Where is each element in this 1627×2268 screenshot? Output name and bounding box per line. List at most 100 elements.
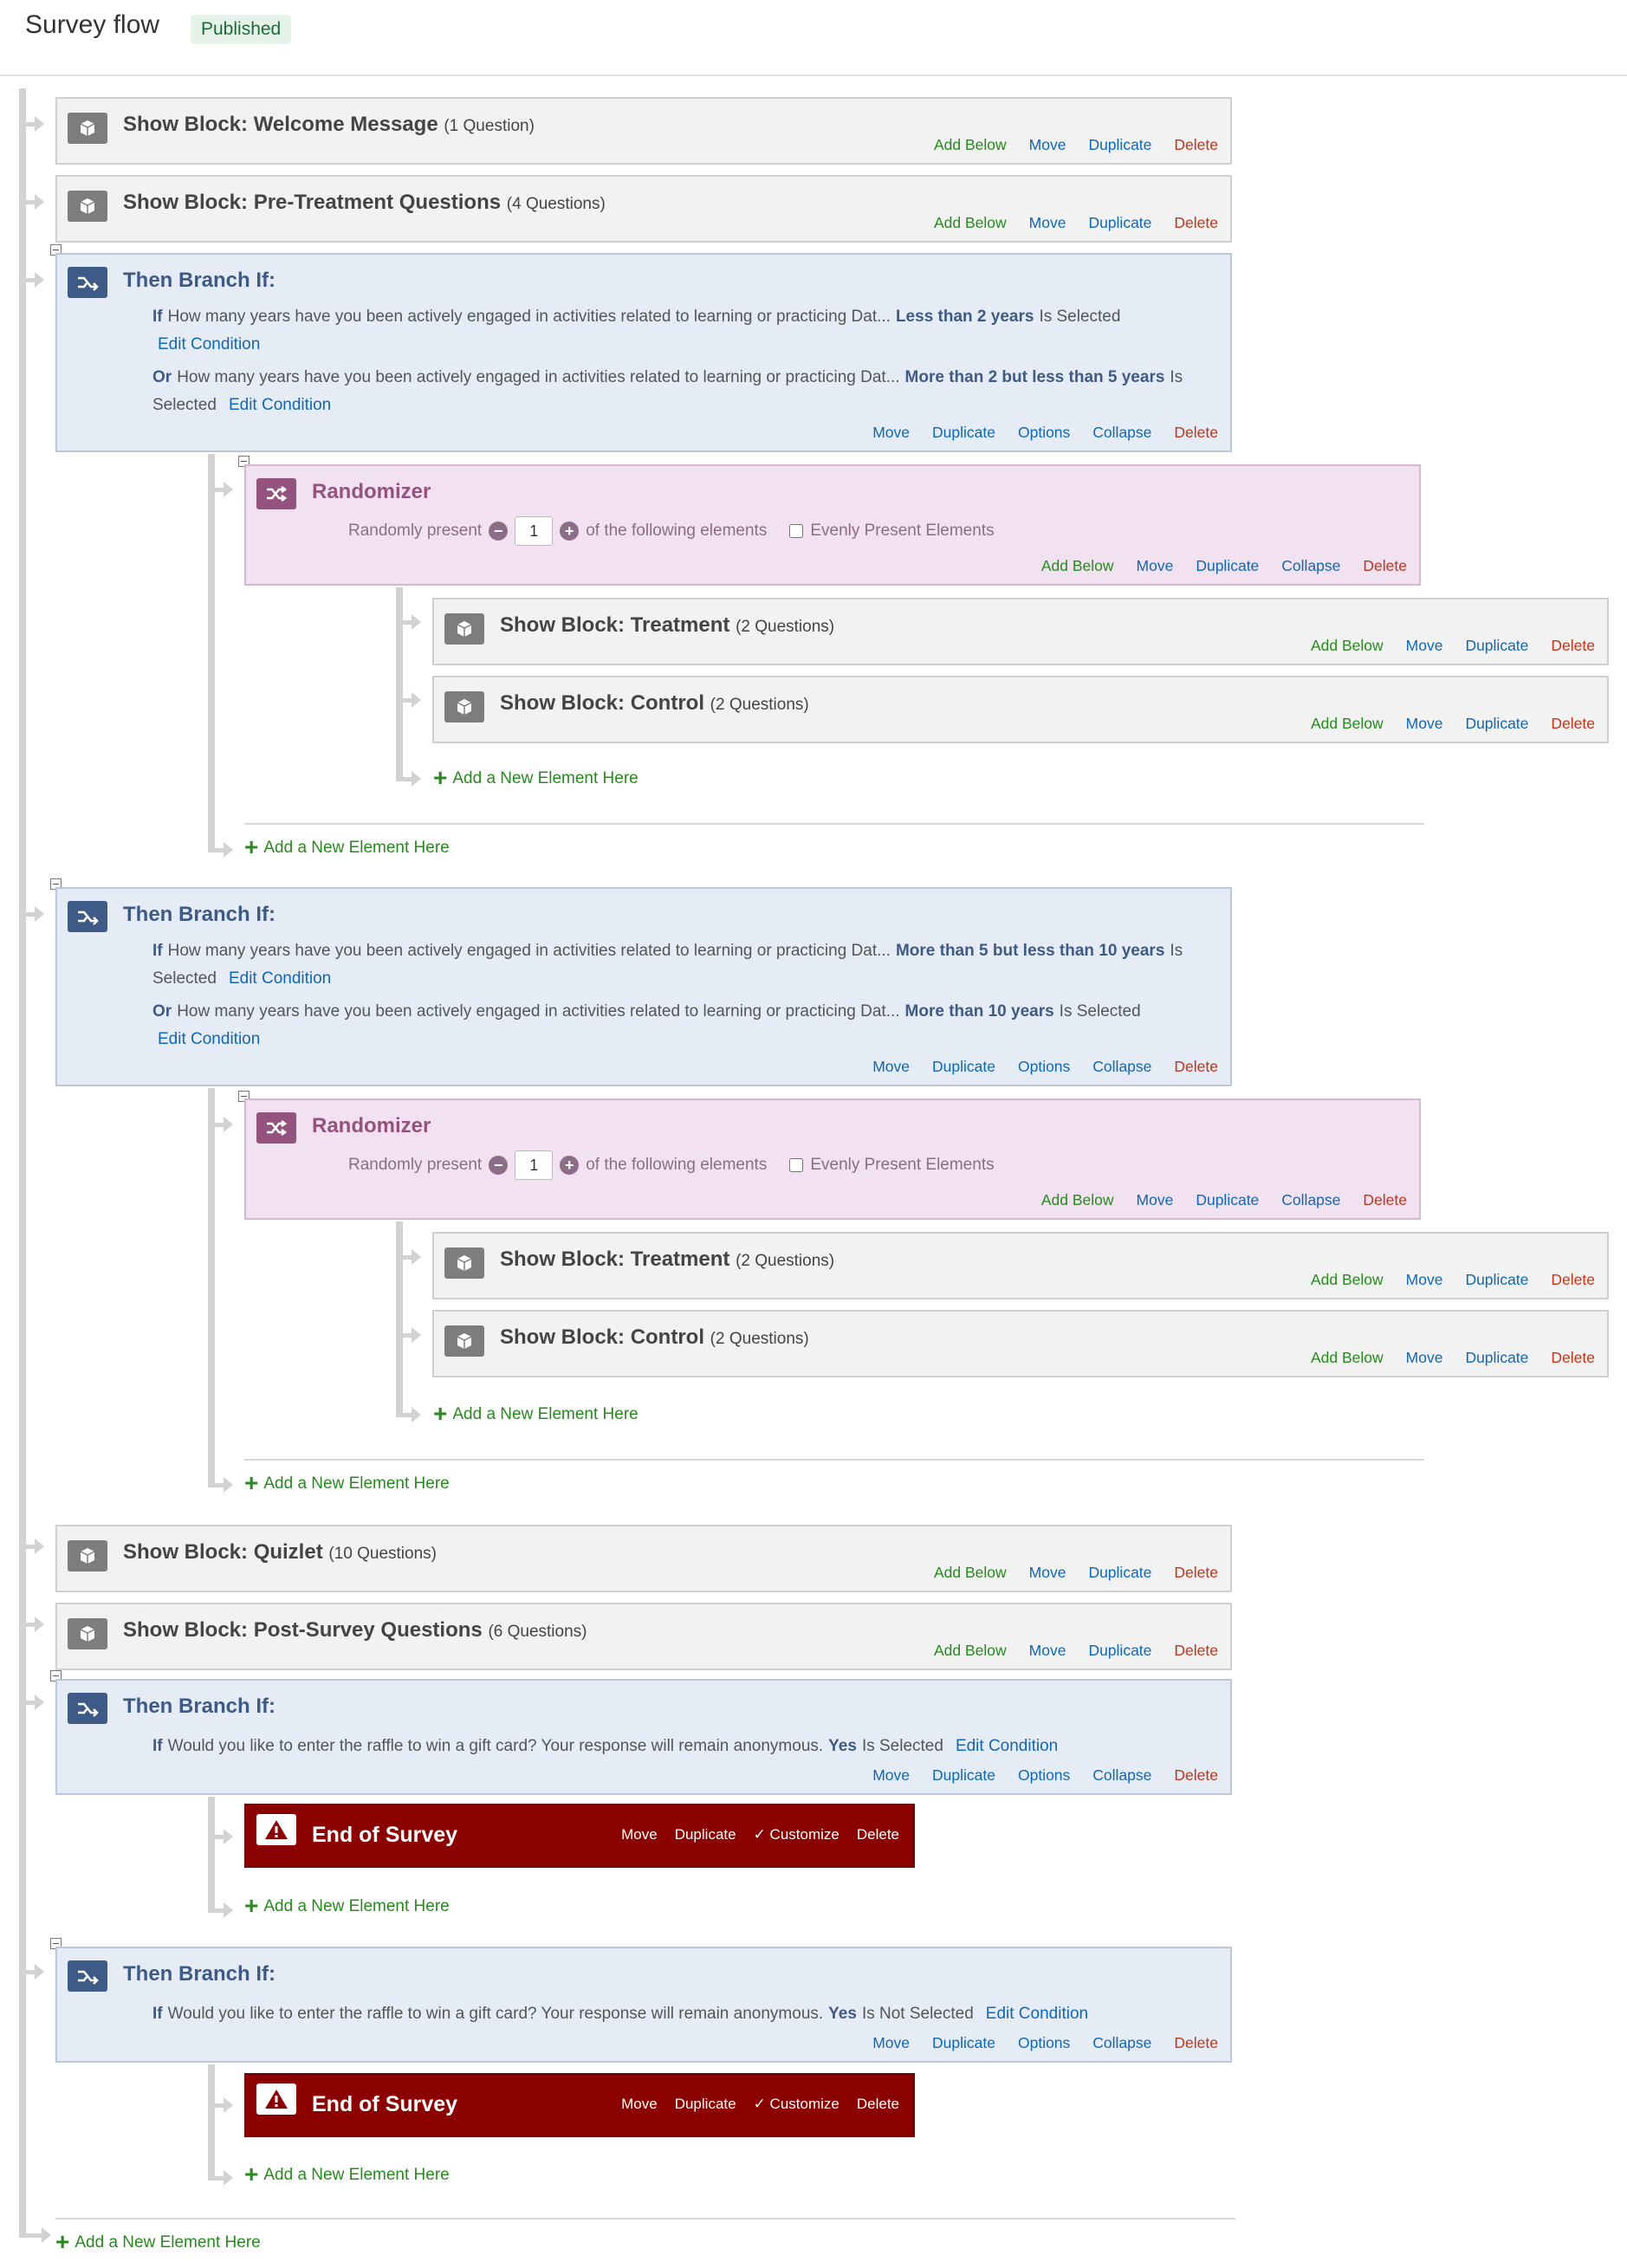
duplicate-button[interactable]: Duplicate — [1465, 715, 1528, 733]
duplicate-button[interactable]: Duplicate — [932, 1058, 995, 1076]
move-button[interactable]: Move — [621, 1826, 658, 1844]
delete-button[interactable]: Delete — [1174, 214, 1218, 232]
delete-button[interactable]: Delete — [1551, 637, 1595, 655]
increment-icon[interactable]: + — [560, 1156, 580, 1175]
duplicate-button[interactable]: Duplicate — [1465, 1349, 1528, 1367]
decrement-icon[interactable]: − — [489, 1156, 509, 1175]
delete-button[interactable]: Delete — [1551, 1349, 1595, 1367]
duplicate-button[interactable]: Duplicate — [1088, 136, 1151, 154]
duplicate-button[interactable]: Duplicate — [1088, 214, 1151, 232]
add-below-button[interactable]: Add Below — [1311, 715, 1384, 733]
move-button[interactable]: Move — [1406, 715, 1443, 733]
delete-button[interactable]: Delete — [1174, 1766, 1218, 1785]
duplicate-button[interactable]: Duplicate — [1088, 1564, 1151, 1582]
add-below-button[interactable]: Add Below — [1311, 1349, 1384, 1367]
add-element-link[interactable]: + Add a New Element Here — [55, 2228, 261, 2256]
move-button[interactable]: Move — [1406, 637, 1443, 655]
move-button[interactable]: Move — [1137, 1191, 1174, 1209]
randomizer-count-input[interactable] — [515, 1150, 554, 1180]
duplicate-button[interactable]: Duplicate — [1088, 1642, 1151, 1660]
collapse-button[interactable]: Collapse — [1092, 1766, 1151, 1785]
delete-button[interactable]: Delete — [1174, 1564, 1218, 1582]
add-element-link[interactable]: + Add a New Element Here — [244, 2161, 450, 2188]
move-button[interactable]: Move — [1029, 1564, 1066, 1582]
move-button[interactable]: Move — [872, 424, 910, 442]
collapse-button[interactable]: Collapse — [1281, 1191, 1340, 1209]
end-of-survey-2: End of Survey Move Duplicate ✓ Customize… — [244, 2073, 915, 2137]
block-title: Show Block: Control (2 Questions) — [500, 1325, 809, 1349]
add-element-link[interactable]: + Add a New Element Here — [433, 764, 638, 792]
delete-button[interactable]: Delete — [1363, 557, 1407, 575]
move-button[interactable]: Move — [1406, 1271, 1443, 1289]
block-cube-icon — [444, 613, 484, 645]
collapse-button[interactable]: Collapse — [1092, 1058, 1151, 1076]
collapse-button[interactable]: Collapse — [1092, 424, 1151, 442]
move-button[interactable]: Move — [1406, 1349, 1443, 1367]
duplicate-button[interactable]: Duplicate — [1196, 1191, 1259, 1209]
add-element-link[interactable]: + Add a New Element Here — [244, 1469, 450, 1497]
add-below-button[interactable]: Add Below — [934, 1564, 1007, 1582]
options-button[interactable]: Options — [1018, 424, 1070, 442]
delete-button[interactable]: Delete — [1174, 2034, 1218, 2052]
increment-icon[interactable]: + — [560, 522, 580, 541]
add-below-button[interactable]: Add Below — [934, 136, 1007, 154]
move-button[interactable]: Move — [872, 1058, 910, 1076]
delete-button[interactable]: Delete — [857, 1826, 899, 1844]
add-element-link[interactable]: + Add a New Element Here — [244, 833, 450, 861]
arrow-icon — [35, 272, 44, 288]
delete-button[interactable]: Delete — [857, 2096, 899, 2113]
collapse-button[interactable]: Collapse — [1092, 2034, 1151, 2052]
add-below-button[interactable]: Add Below — [1041, 557, 1114, 575]
duplicate-button[interactable]: Duplicate — [932, 424, 995, 442]
add-below-button[interactable]: Add Below — [1311, 637, 1384, 655]
move-button[interactable]: Move — [1137, 557, 1174, 575]
move-button[interactable]: Move — [872, 1766, 910, 1785]
decrement-icon[interactable]: − — [489, 522, 509, 541]
delete-button[interactable]: Delete — [1551, 715, 1595, 733]
edit-condition-button[interactable]: Edit Condition — [158, 335, 260, 353]
arrow-icon — [412, 1327, 421, 1343]
duplicate-button[interactable]: Duplicate — [1465, 637, 1528, 655]
add-below-button[interactable]: Add Below — [934, 1642, 1007, 1660]
status-badge: Published — [191, 15, 292, 44]
randomizer-count-input[interactable] — [515, 516, 554, 546]
edit-condition-button[interactable]: Edit Condition — [158, 1030, 260, 1048]
move-button[interactable]: Move — [621, 2096, 658, 2113]
move-button[interactable]: Move — [1029, 136, 1066, 154]
evenly-present-checkbox[interactable] — [789, 524, 804, 538]
customize-button[interactable]: ✓ Customize — [754, 2096, 839, 2113]
edit-condition-button[interactable]: Edit Condition — [986, 2005, 1088, 2023]
move-button[interactable]: Move — [872, 2034, 910, 2052]
duplicate-button[interactable]: Duplicate — [675, 1826, 736, 1844]
delete-button[interactable]: Delete — [1174, 424, 1218, 442]
edit-condition-button[interactable]: Edit Condition — [956, 1737, 1058, 1755]
delete-button[interactable]: Delete — [1363, 1191, 1407, 1209]
customize-button[interactable]: ✓ Customize — [754, 1826, 839, 1844]
add-below-button[interactable]: Add Below — [1041, 1191, 1114, 1209]
move-button[interactable]: Move — [1029, 214, 1066, 232]
duplicate-button[interactable]: Duplicate — [1465, 1271, 1528, 1289]
duplicate-button[interactable]: Duplicate — [932, 1766, 995, 1785]
add-element-link[interactable]: + Add a New Element Here — [244, 1892, 450, 1920]
connector — [208, 2176, 224, 2181]
add-below-button[interactable]: Add Below — [1311, 1271, 1384, 1289]
duplicate-button[interactable]: Duplicate — [1196, 557, 1259, 575]
collapse-button[interactable]: Collapse — [1281, 557, 1340, 575]
evenly-present-checkbox[interactable] — [789, 1158, 804, 1172]
delete-button[interactable]: Delete — [1174, 136, 1218, 154]
duplicate-button[interactable]: Duplicate — [932, 2034, 995, 2052]
duplicate-button[interactable]: Duplicate — [675, 2096, 736, 2113]
options-button[interactable]: Options — [1018, 1766, 1070, 1785]
add-below-button[interactable]: Add Below — [934, 214, 1007, 232]
options-button[interactable]: Options — [1018, 2034, 1070, 2052]
move-button[interactable]: Move — [1029, 1642, 1066, 1660]
edit-condition-button[interactable]: Edit Condition — [229, 396, 331, 414]
options-button[interactable]: Options — [1018, 1058, 1070, 1076]
delete-button[interactable]: Delete — [1174, 1058, 1218, 1076]
edit-condition-button[interactable]: Edit Condition — [229, 969, 331, 988]
block-treatment: Show Block: Treatment (2 Questions) Add … — [432, 598, 1609, 665]
delete-button[interactable]: Delete — [1551, 1271, 1595, 1289]
block-cube-icon — [68, 1618, 107, 1649]
delete-button[interactable]: Delete — [1174, 1642, 1218, 1660]
add-element-link[interactable]: + Add a New Element Here — [433, 1400, 638, 1428]
